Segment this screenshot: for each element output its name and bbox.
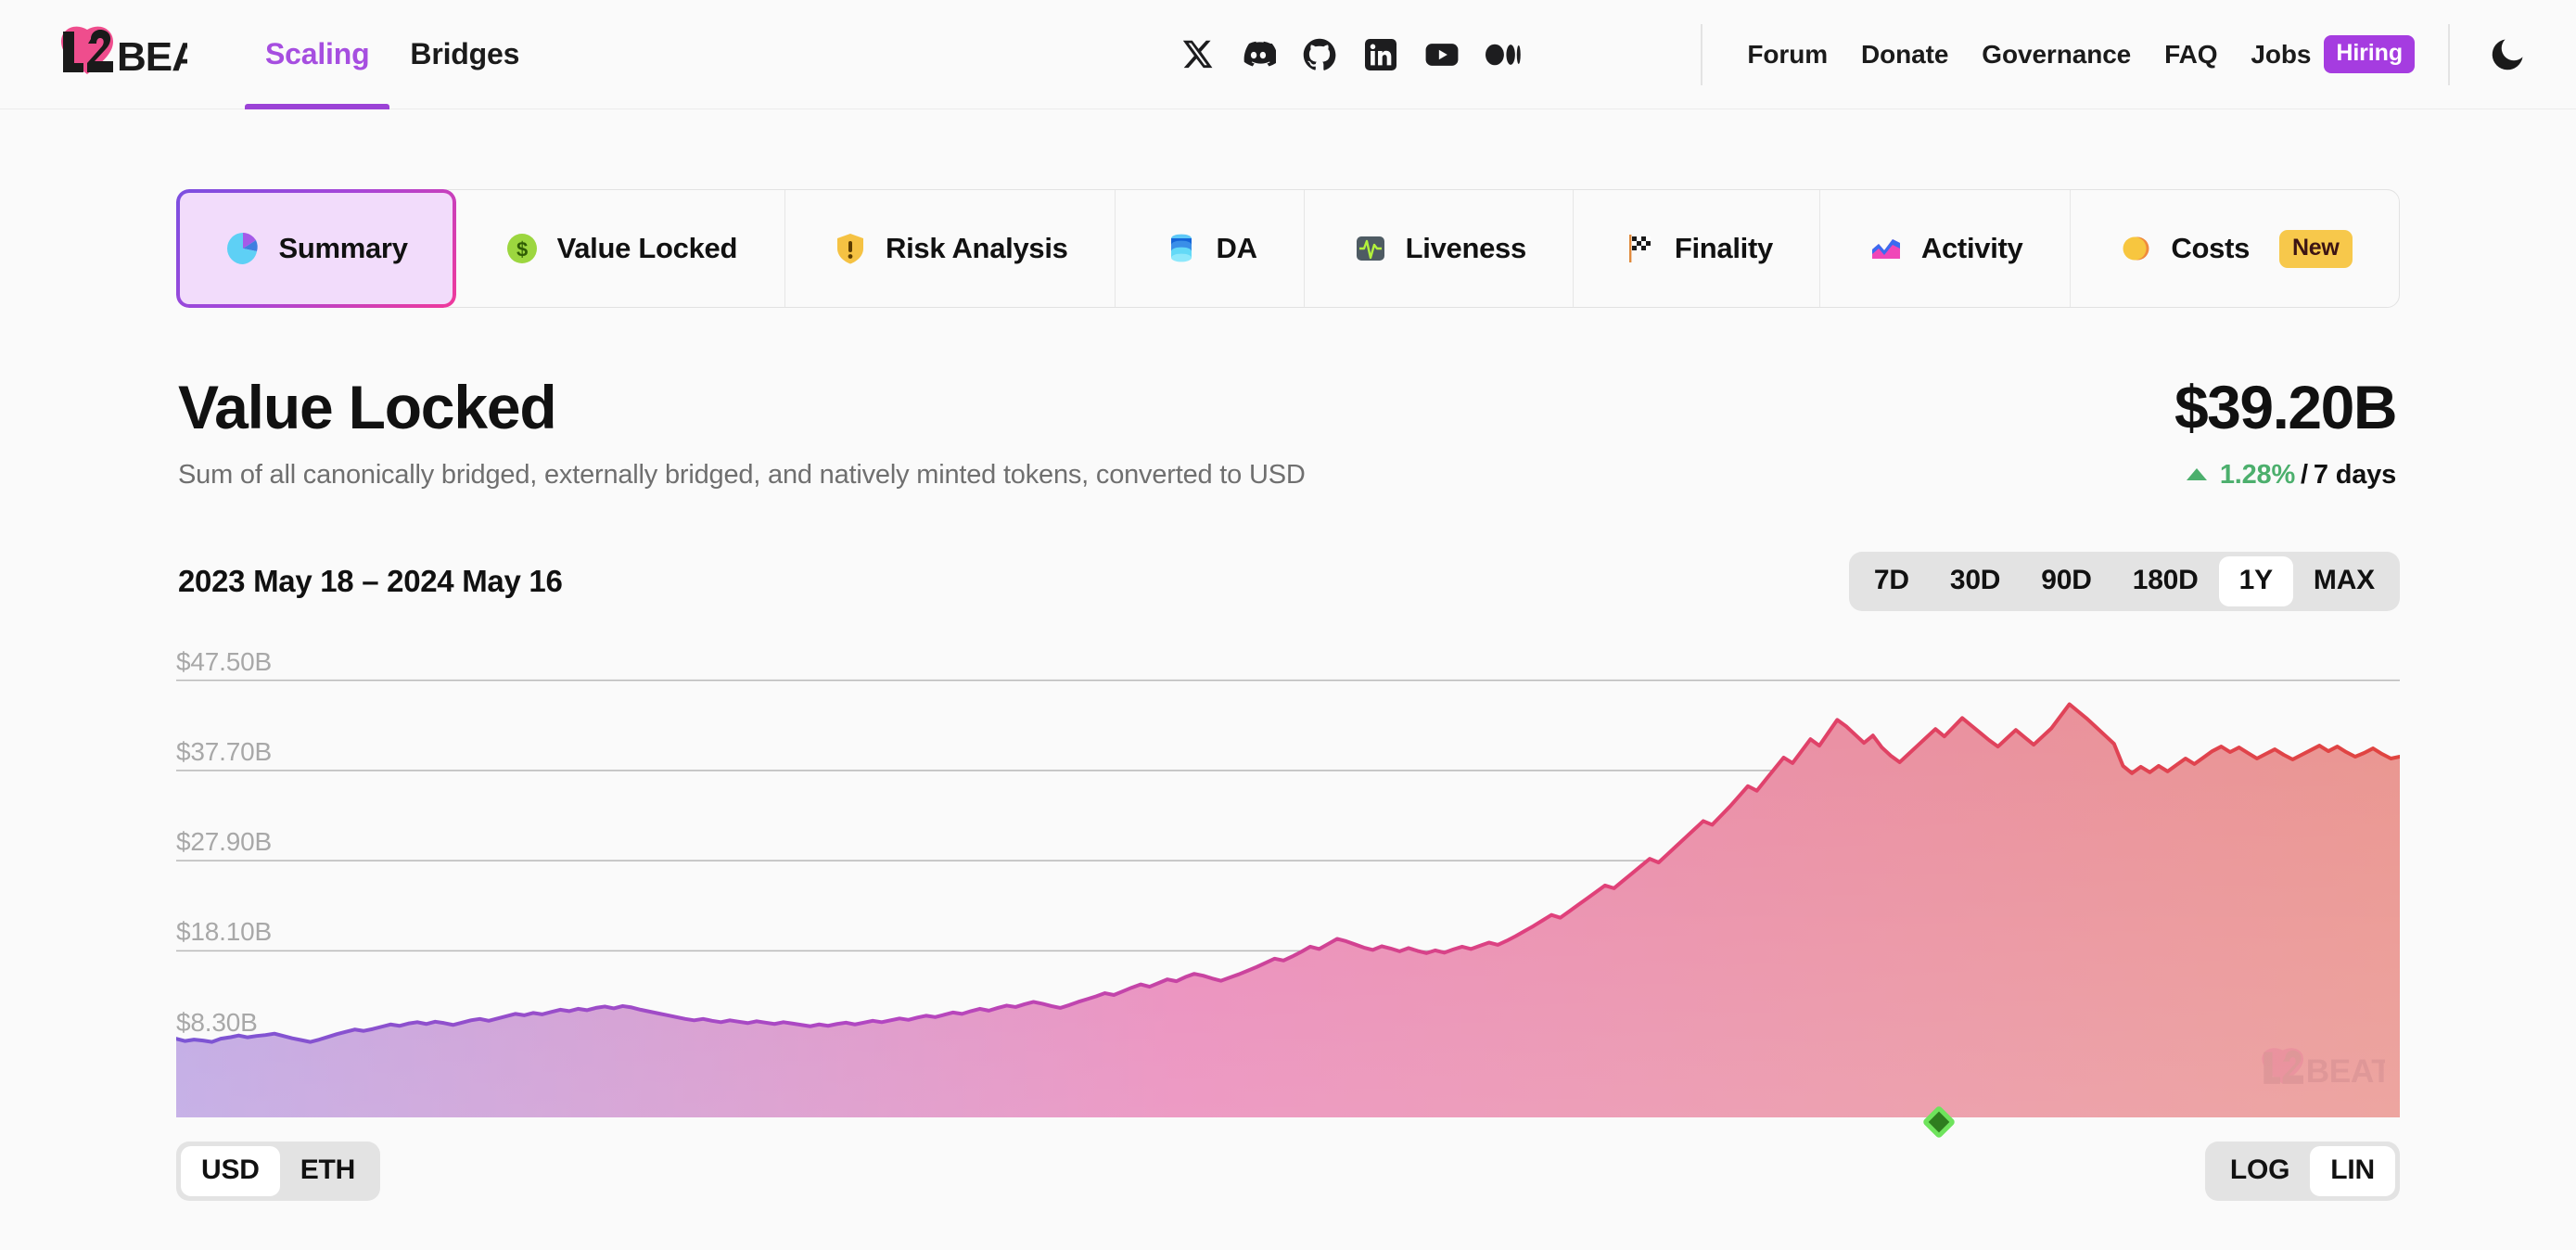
change-percent: 1.28% bbox=[2220, 460, 2295, 491]
change-indicator: 1.28% / 7 days bbox=[2174, 460, 2396, 491]
tab-finality[interactable]: Finality bbox=[1574, 190, 1820, 307]
tab-activity[interactable]: Activity bbox=[1820, 190, 2071, 307]
arrow-up-icon bbox=[2187, 468, 2207, 480]
nav-item-bridges[interactable]: Bridges bbox=[389, 0, 540, 109]
l2beat-logo[interactable]: BEAT bbox=[50, 0, 187, 109]
value-locked-chart[interactable]: $47.50B$37.70B$27.90B$18.10B$8.30B BEAT bbox=[176, 635, 2400, 1117]
chart-canvas bbox=[176, 635, 2400, 1117]
page-subtitle: Sum of all canonically bridged, external… bbox=[178, 460, 1306, 491]
time-range-max[interactable]: MAX bbox=[2293, 556, 2395, 606]
tab-summary-label: Summary bbox=[278, 232, 407, 265]
chart-header-row: 2023 May 18 – 2024 May 16 7D 30D 90D 180… bbox=[176, 552, 2400, 611]
medium-icon[interactable] bbox=[1486, 37, 1521, 72]
nav-link-governance[interactable]: Governance bbox=[1965, 40, 2148, 70]
time-range-selector: 7D 30D 90D 180D 1Y MAX bbox=[1849, 552, 2400, 611]
total-value-locked: $39.20B bbox=[2174, 376, 2396, 438]
database-icon bbox=[1163, 230, 1200, 267]
svg-text:BEAT: BEAT bbox=[117, 34, 187, 80]
page-header-row: Value Locked Sum of all canonically brid… bbox=[176, 376, 2400, 491]
tab-liveness[interactable]: Liveness bbox=[1305, 190, 1574, 307]
currency-eth[interactable]: ETH bbox=[280, 1146, 376, 1196]
dollar-coin-icon: $ bbox=[504, 230, 541, 267]
github-icon[interactable] bbox=[1302, 37, 1337, 72]
change-period: 7 days bbox=[2314, 460, 2396, 491]
chart-date-range: 2023 May 18 – 2024 May 16 bbox=[176, 564, 563, 599]
section-tabs: Summary $ Value Locked Risk Analysis bbox=[176, 189, 2400, 308]
nav-link-jobs[interactable]: Jobs Hiring bbox=[2234, 35, 2420, 73]
scale-lin[interactable]: LIN bbox=[2310, 1146, 2395, 1196]
page-header-right: $39.20B 1.28% / 7 days bbox=[2174, 376, 2400, 491]
tab-liveness-label: Liveness bbox=[1406, 232, 1526, 265]
nav-link-jobs-label: Jobs bbox=[2251, 40, 2311, 70]
svg-text:$: $ bbox=[516, 238, 528, 261]
nav-item-scaling[interactable]: Scaling bbox=[245, 0, 389, 109]
checkered-flag-icon bbox=[1621, 230, 1658, 267]
costs-new-badge: New bbox=[2279, 230, 2353, 268]
currency-toggle: USD ETH bbox=[176, 1142, 380, 1201]
area-chart-icon bbox=[1868, 230, 1905, 267]
nav-divider-right bbox=[2448, 24, 2450, 85]
tab-summary[interactable]: Summary bbox=[176, 189, 456, 308]
tab-activity-label: Activity bbox=[1921, 232, 2023, 265]
primary-navigation: Scaling Bridges bbox=[245, 0, 540, 109]
youtube-icon[interactable] bbox=[1424, 37, 1460, 72]
time-range-30d[interactable]: 30D bbox=[1930, 556, 2021, 606]
tab-da[interactable]: DA bbox=[1116, 190, 1305, 307]
tab-da-label: DA bbox=[1217, 232, 1257, 265]
tab-risk-analysis[interactable]: Risk Analysis bbox=[785, 190, 1116, 307]
tab-value-locked[interactable]: $ Value Locked bbox=[456, 190, 784, 307]
nav-divider-left bbox=[1701, 24, 1702, 85]
page-title: Value Locked bbox=[178, 376, 1306, 438]
tab-risk-analysis-label: Risk Analysis bbox=[886, 232, 1068, 265]
site-header: BEAT Scaling Bridges Forum bbox=[0, 0, 2576, 109]
chart-footer-controls: USD ETH LOG LIN bbox=[176, 1142, 2400, 1201]
tab-value-locked-label: Value Locked bbox=[557, 232, 738, 265]
time-range-7d[interactable]: 7D bbox=[1854, 556, 1930, 606]
linkedin-icon[interactable] bbox=[1363, 37, 1398, 72]
x-twitter-icon[interactable] bbox=[1180, 37, 1215, 72]
nav-item-scaling-label: Scaling bbox=[265, 37, 369, 71]
change-separator: / bbox=[2301, 460, 2308, 491]
tab-finality-label: Finality bbox=[1675, 232, 1773, 265]
secondary-navigation: Forum Donate Governance FAQ Jobs Hiring bbox=[1673, 24, 2530, 85]
nav-link-forum[interactable]: Forum bbox=[1730, 40, 1844, 70]
currency-usd[interactable]: USD bbox=[181, 1146, 280, 1196]
nav-item-bridges-label: Bridges bbox=[410, 37, 519, 71]
heartbeat-icon bbox=[1352, 230, 1389, 267]
time-range-1y[interactable]: 1Y bbox=[2219, 556, 2293, 606]
scale-toggle: LOG LIN bbox=[2205, 1142, 2400, 1201]
tab-costs[interactable]: Costs New bbox=[2071, 190, 2399, 307]
social-links bbox=[1180, 37, 1521, 72]
scale-log[interactable]: LOG bbox=[2210, 1146, 2310, 1196]
pie-chart-icon bbox=[224, 230, 261, 267]
nav-link-donate[interactable]: Donate bbox=[1844, 40, 1965, 70]
hiring-badge: Hiring bbox=[2324, 35, 2415, 73]
coin-icon bbox=[2117, 230, 2154, 267]
tab-costs-label: Costs bbox=[2171, 232, 2250, 265]
time-range-180d[interactable]: 180D bbox=[2112, 556, 2219, 606]
moon-icon[interactable] bbox=[2485, 32, 2530, 77]
page-header-left: Value Locked Sum of all canonically brid… bbox=[176, 376, 1306, 491]
discord-icon[interactable] bbox=[1241, 37, 1276, 72]
shield-warning-icon bbox=[832, 230, 869, 267]
nav-link-faq[interactable]: FAQ bbox=[2148, 40, 2234, 70]
chart-area-fade bbox=[176, 704, 2400, 1117]
time-range-90d[interactable]: 90D bbox=[2021, 556, 2111, 606]
page-content: Summary $ Value Locked Risk Analysis bbox=[0, 189, 2576, 1201]
